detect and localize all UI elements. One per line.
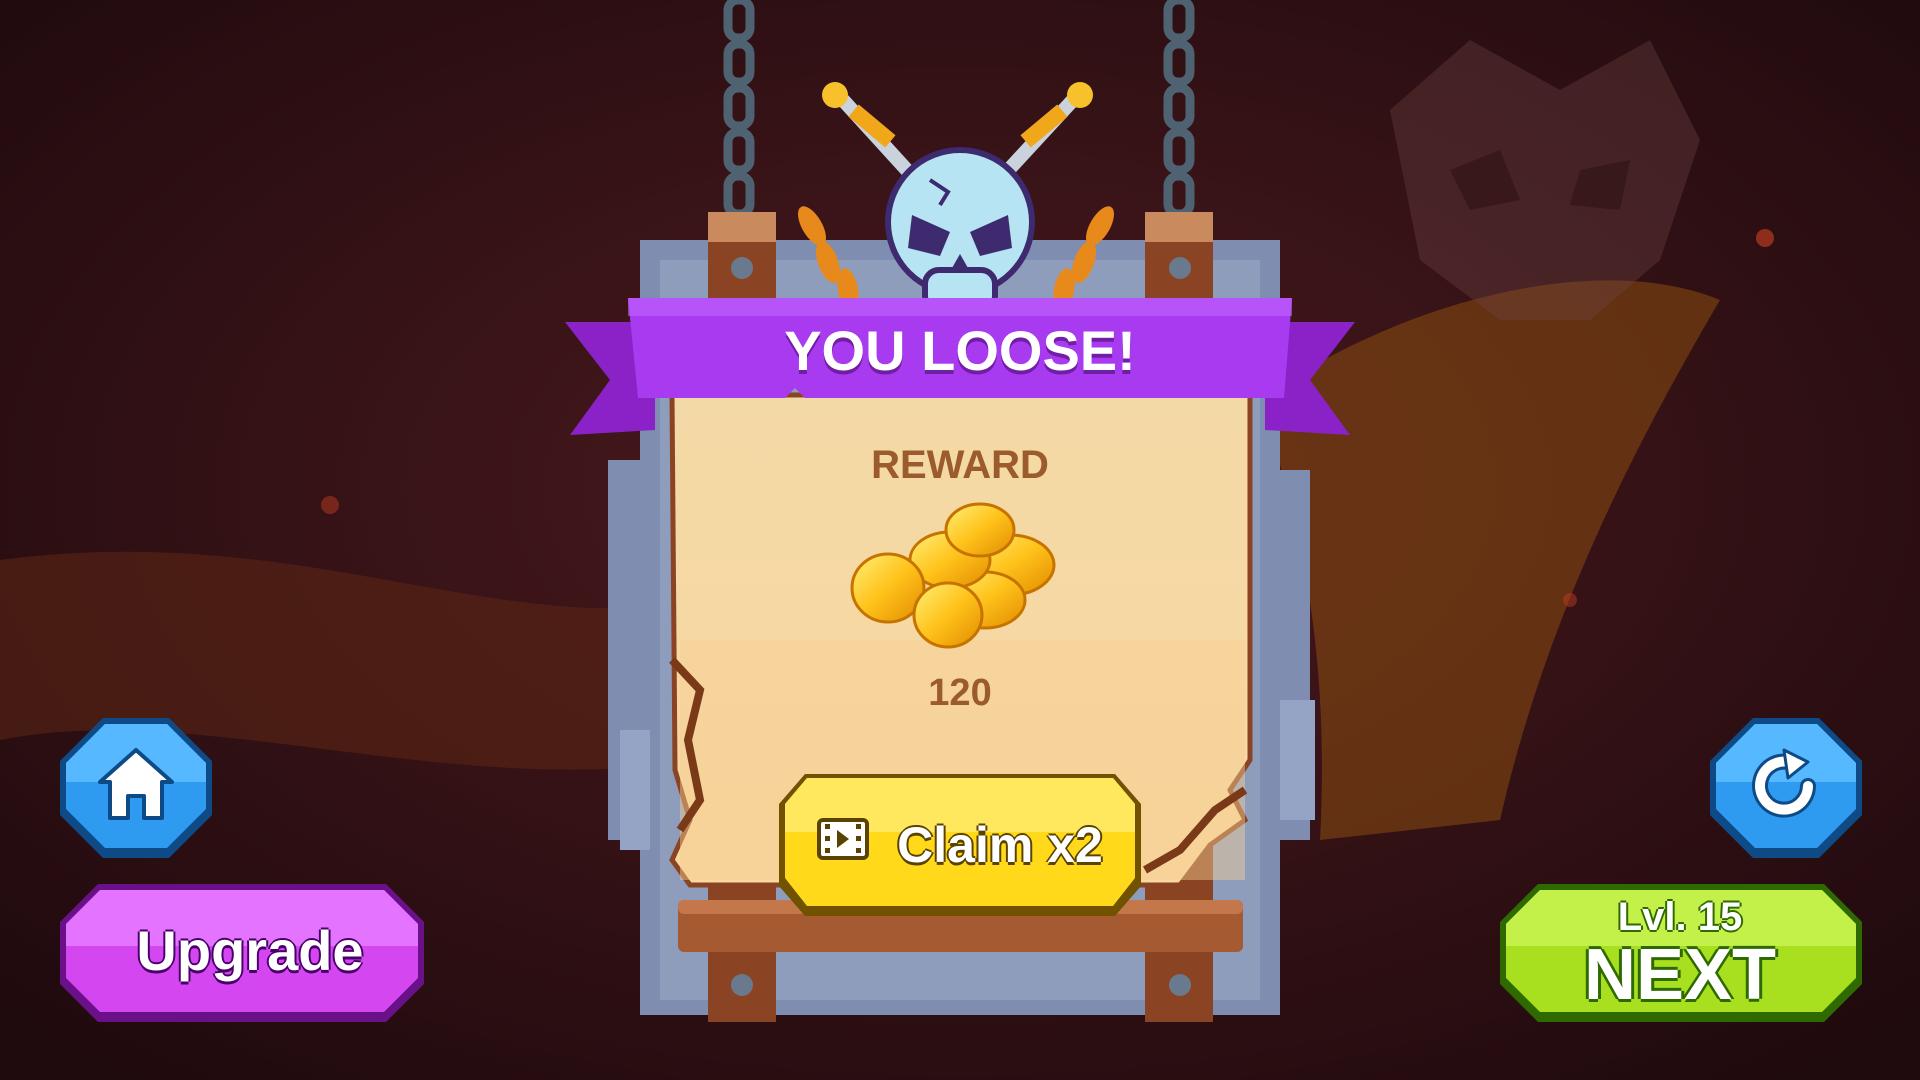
reward-label: REWARD [871,442,1049,487]
result-title: YOU LOOSE! [784,318,1136,382]
next-level-button[interactable] [1498,882,1864,1024]
upgrade-button[interactable] [58,882,426,1024]
video-ad-icon [817,818,869,860]
home-button[interactable] [58,716,214,860]
home-icon [96,744,176,824]
restart-button[interactable] [1708,716,1864,860]
restart-icon [1746,746,1826,826]
reward-amount: 120 [928,671,992,714]
claim-x2-button[interactable] [775,770,1145,920]
